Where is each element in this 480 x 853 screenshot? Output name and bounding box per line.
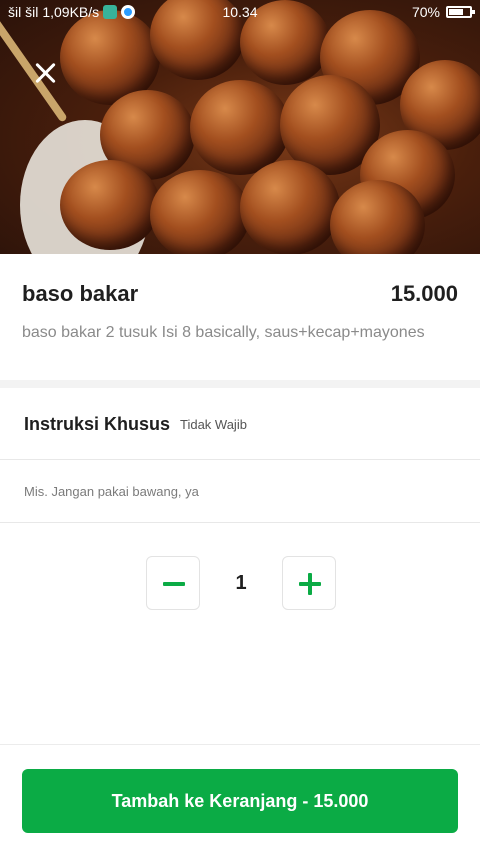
footer: Tambah ke Keranjang - 15.000 xyxy=(0,744,480,853)
decrease-quantity-button[interactable] xyxy=(146,556,200,610)
clock: 10.34 xyxy=(222,4,258,20)
instructions-title: Instruksi Khusus xyxy=(24,414,171,434)
section-divider xyxy=(0,380,480,388)
item-details: baso bakar 15.000 baso bakar 2 tusuk Isi… xyxy=(0,254,480,380)
instructions-input[interactable] xyxy=(0,461,480,523)
item-description: baso bakar 2 tusuk Isi 8 basically, saus… xyxy=(22,324,425,341)
quantity-value: 1 xyxy=(235,572,247,594)
add-to-cart-button[interactable]: Tambah ke Keranjang - 15.000 xyxy=(22,769,458,833)
close-icon[interactable] xyxy=(26,54,64,92)
item-photo: šil šil 1,09KB/s 10.34 70% xyxy=(0,0,480,254)
battery-icon xyxy=(446,6,475,18)
instructions-header: Instruksi Khusus Tidak Wajib xyxy=(0,388,480,460)
status-bar: šil šil 1,09KB/s 10.34 70% xyxy=(0,0,480,24)
quantity-stepper: 1 xyxy=(146,556,336,610)
item-name: baso bakar xyxy=(22,281,139,306)
optional-label: Tidak Wajib xyxy=(180,417,247,432)
minus-icon xyxy=(163,582,185,586)
increase-quantity-button[interactable] xyxy=(282,556,336,610)
item-price: 15.000 xyxy=(390,281,458,306)
battery-fill xyxy=(449,9,463,15)
